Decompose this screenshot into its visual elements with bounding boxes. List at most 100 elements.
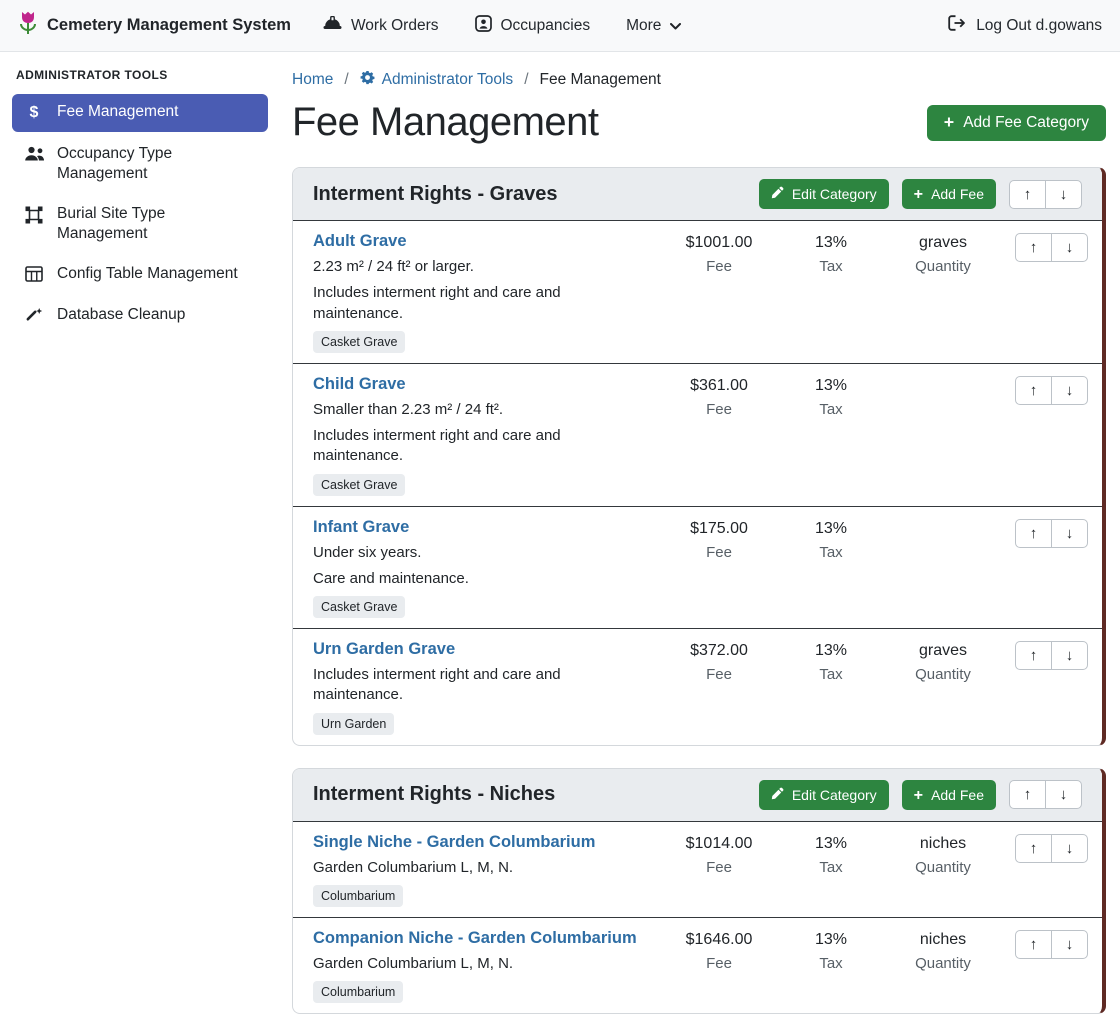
sidebar-item-database-cleanup[interactable]: Database Cleanup bbox=[12, 297, 268, 333]
breadcrumb-separator: / bbox=[344, 71, 348, 89]
add-fee-label: Add Fee bbox=[931, 186, 984, 202]
move-fee-down-button[interactable]: ↓ bbox=[1051, 519, 1088, 548]
breadcrumb-home-link[interactable]: Home bbox=[292, 71, 333, 89]
add-fee-button[interactable]: + Add Fee bbox=[902, 179, 996, 209]
app-brand[interactable]: Cemetery Management System bbox=[18, 10, 291, 41]
tax-rate: 13% bbox=[775, 835, 887, 854]
fee-row: Single Niche - Garden Columbarium Garden… bbox=[293, 822, 1102, 917]
fee-name-link[interactable]: Adult Grave bbox=[313, 232, 407, 250]
quantity-label: Quantity bbox=[887, 666, 999, 683]
tax-rate: 13% bbox=[775, 520, 887, 539]
edit-category-button[interactable]: Edit Category bbox=[759, 179, 889, 209]
nav-occupancies[interactable]: Occupancies bbox=[475, 15, 591, 37]
fee-row: Urn Garden Grave Includes interment righ… bbox=[293, 628, 1102, 745]
move-category-down-button[interactable]: ↓ bbox=[1045, 780, 1082, 809]
fee-description: Garden Columbarium L, M, N. bbox=[313, 954, 653, 974]
fee-amount-label: Fee bbox=[663, 666, 775, 683]
sidebar-item-config-table-management[interactable]: Config Table Management bbox=[12, 256, 268, 292]
fee-tax-col: 13% Tax bbox=[775, 375, 887, 418]
quantity-unit: niches bbox=[887, 931, 999, 950]
fee-type-badge: Columbarium bbox=[313, 885, 403, 907]
move-fee-up-button[interactable]: ↑ bbox=[1015, 519, 1052, 548]
fee-quantity-col: graves Quantity bbox=[887, 232, 999, 275]
add-fee-category-label: Add Fee Category bbox=[963, 114, 1089, 132]
quantity-unit: niches bbox=[887, 835, 999, 854]
nav-more[interactable]: More bbox=[626, 17, 681, 35]
fee-name-link[interactable]: Child Grave bbox=[313, 375, 406, 393]
fee-amount: $1014.00 bbox=[663, 835, 775, 854]
breadcrumb-admin-tools-link[interactable]: Administrator Tools bbox=[360, 70, 514, 90]
move-fee-down-button[interactable]: ↓ bbox=[1051, 376, 1088, 405]
move-category-up-button[interactable]: ↑ bbox=[1009, 180, 1046, 209]
edit-category-label: Edit Category bbox=[792, 787, 877, 803]
wand-icon bbox=[24, 306, 44, 325]
tax-label: Tax bbox=[775, 859, 887, 876]
breadcrumb: Home / Administrator Tools / Fee Managem… bbox=[292, 70, 1106, 90]
app-title: Cemetery Management System bbox=[47, 16, 291, 35]
sidebar-item-fee-management[interactable]: $ Fee Management bbox=[12, 94, 268, 132]
fee-row: Infant Grave Under six years. Care and m… bbox=[293, 506, 1102, 629]
fee-name-link[interactable]: Infant Grave bbox=[313, 518, 409, 536]
sidebar-item-occupancy-type-management[interactable]: Occupancy Type Management bbox=[12, 136, 268, 192]
fee-type-badge: Urn Garden bbox=[313, 713, 394, 735]
nav-work-orders-label: Work Orders bbox=[351, 17, 439, 35]
tax-rate: 13% bbox=[775, 377, 887, 396]
move-category-up-button[interactable]: ↑ bbox=[1009, 780, 1046, 809]
fee-amount-label: Fee bbox=[663, 955, 775, 972]
fee-name-link[interactable]: Single Niche - Garden Columbarium bbox=[313, 833, 595, 851]
fee-tax-col: 13% Tax bbox=[775, 518, 887, 561]
tax-label: Tax bbox=[775, 544, 887, 561]
move-fee-up-button[interactable]: ↑ bbox=[1015, 376, 1052, 405]
move-fee-down-button[interactable]: ↓ bbox=[1051, 930, 1088, 959]
sidebar-item-label: Occupancy Type Management bbox=[57, 144, 256, 184]
quantity-unit: graves bbox=[887, 234, 999, 253]
move-fee-down-button[interactable]: ↓ bbox=[1051, 641, 1088, 670]
logout-icon bbox=[948, 15, 967, 36]
fee-row: Child Grave Smaller than 2.23 m² / 24 ft… bbox=[293, 363, 1102, 506]
logout-button[interactable]: Log Out d.gowans bbox=[948, 15, 1102, 36]
sidebar-item-label: Fee Management bbox=[57, 102, 179, 122]
add-fee-category-button[interactable]: + Add Fee Category bbox=[927, 105, 1106, 141]
fee-amount: $361.00 bbox=[663, 377, 775, 396]
chevron-down-icon bbox=[670, 17, 681, 35]
move-category-down-button[interactable]: ↓ bbox=[1045, 180, 1082, 209]
plus-icon: + bbox=[914, 787, 923, 803]
fee-quantity-col bbox=[887, 518, 999, 520]
breadcrumb-separator: / bbox=[524, 71, 528, 89]
fee-amount-col: $361.00 Fee bbox=[663, 375, 775, 418]
edit-category-button[interactable]: Edit Category bbox=[759, 780, 889, 810]
sidebar-item-burial-site-type-management[interactable]: Burial Site Type Management bbox=[12, 196, 268, 252]
nav-more-label: More bbox=[626, 17, 661, 35]
fee-name-link[interactable]: Urn Garden Grave bbox=[313, 640, 455, 658]
move-fee-up-button[interactable]: ↑ bbox=[1015, 641, 1052, 670]
fee-row: Companion Niche - Garden Columbarium Gar… bbox=[293, 917, 1102, 1013]
page-title: Fee Management bbox=[292, 100, 599, 145]
fee-reorder-group: ↑ ↓ bbox=[1015, 233, 1088, 262]
fee-description: Care and maintenance. bbox=[313, 569, 653, 589]
quantity-unit: graves bbox=[887, 642, 999, 661]
nav-work-orders[interactable]: Work Orders bbox=[323, 16, 439, 36]
fee-amount: $175.00 bbox=[663, 520, 775, 539]
add-fee-button[interactable]: + Add Fee bbox=[902, 780, 996, 810]
tulip-logo-icon bbox=[18, 10, 38, 41]
breadcrumb-current: Fee Management bbox=[540, 71, 662, 89]
sidebar-item-label: Config Table Management bbox=[57, 264, 238, 284]
fee-row: Adult Grave 2.23 m² / 24 ft² or larger. … bbox=[293, 221, 1102, 363]
fee-reorder-group: ↑ ↓ bbox=[1015, 519, 1088, 548]
fee-amount-col: $1001.00 Fee bbox=[663, 232, 775, 275]
fee-name-link[interactable]: Companion Niche - Garden Columbarium bbox=[313, 929, 637, 947]
hard-hat-icon bbox=[323, 16, 342, 36]
fee-description: Smaller than 2.23 m² / 24 ft². bbox=[313, 400, 653, 420]
move-fee-up-button[interactable]: ↑ bbox=[1015, 834, 1052, 863]
fee-amount: $372.00 bbox=[663, 642, 775, 661]
category-title: Interment Rights - Niches bbox=[313, 783, 555, 806]
plus-icon: + bbox=[944, 114, 954, 132]
fee-tax-col: 13% Tax bbox=[775, 833, 887, 876]
tax-label: Tax bbox=[775, 955, 887, 972]
move-fee-down-button[interactable]: ↓ bbox=[1051, 834, 1088, 863]
move-fee-up-button[interactable]: ↑ bbox=[1015, 233, 1052, 262]
fee-description: Includes interment right and care and ma… bbox=[313, 665, 653, 706]
sidebar: ADMINISTRATOR TOOLS $ Fee Management Occ… bbox=[0, 52, 280, 939]
move-fee-down-button[interactable]: ↓ bbox=[1051, 233, 1088, 262]
move-fee-up-button[interactable]: ↑ bbox=[1015, 930, 1052, 959]
